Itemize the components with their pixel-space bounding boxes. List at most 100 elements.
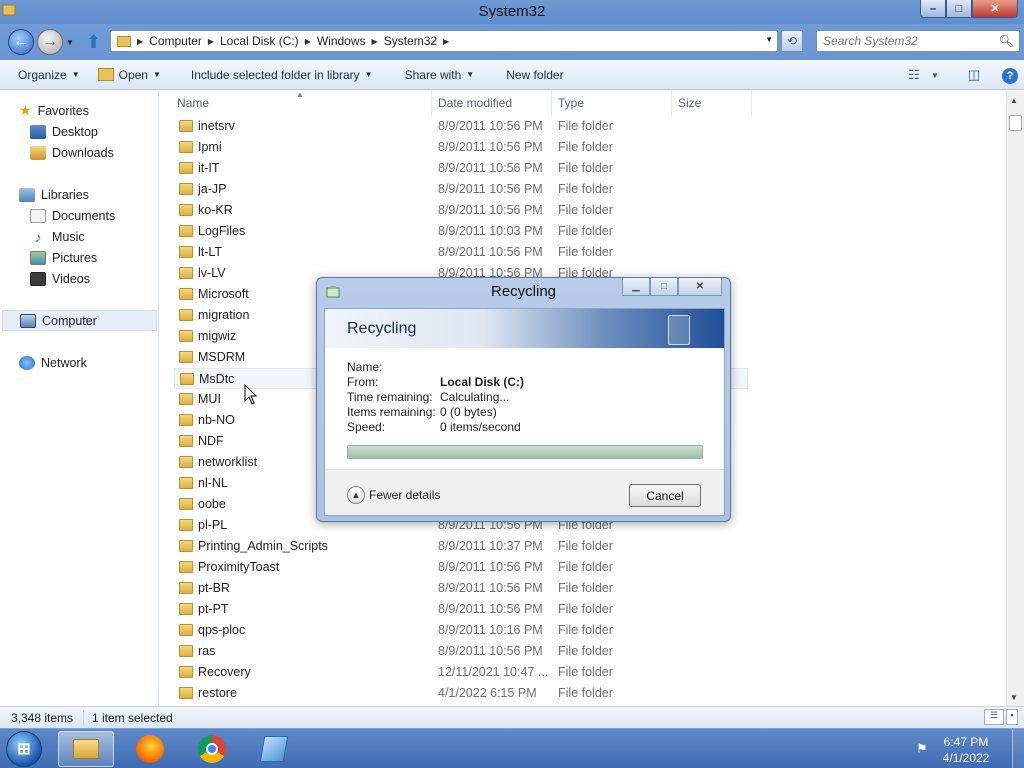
column-type-label: Type [558, 96, 585, 110]
detail-name-label: Name: [347, 360, 383, 374]
details-view-icon[interactable]: ☰ [984, 709, 1004, 725]
taskbar-app[interactable] [246, 731, 302, 767]
folder-icon [179, 519, 193, 531]
nav-pictures[interactable]: Pictures [30, 247, 97, 268]
file-name: restore [198, 686, 237, 700]
file-row[interactable]: ja-JP 8/9/2011 10:56 PM File folder [174, 179, 748, 200]
organize-menu[interactable]: Organize ▼ [9, 68, 89, 82]
file-row[interactable]: pt-PT 8/9/2011 10:56 PM File folder [174, 599, 748, 620]
vertical-scrollbar[interactable]: ▲ ▼ [1006, 91, 1024, 706]
file-row[interactable]: inetsrv 8/9/2011 10:56 PM File folder [174, 116, 748, 137]
nav-videos[interactable]: Videos [30, 268, 90, 289]
maximize-button[interactable]: □ [946, 0, 972, 18]
search-input[interactable] [817, 34, 997, 48]
scroll-up-icon[interactable]: ▲ [1010, 96, 1018, 105]
chevron-down-icon[interactable]: ▼ [928, 71, 942, 80]
start-button[interactable]: ⊞ [6, 731, 42, 767]
up-arrow-icon[interactable]: ⬆ [86, 32, 101, 53]
show-desktop-button[interactable] [1012, 729, 1024, 768]
open-button[interactable]: Open ▼ [89, 68, 170, 82]
cancel-button[interactable]: Cancel [629, 484, 701, 507]
clock[interactable]: 6:47 PM 4/1/2022 [936, 734, 996, 766]
file-row[interactable]: ko-KR 8/9/2011 10:56 PM File folder [174, 200, 748, 221]
file-row[interactable]: lt-LT 8/9/2011 10:56 PM File folder [174, 242, 748, 263]
share-with-menu[interactable]: Share with ▼ [396, 68, 484, 82]
dialog-minimize-button[interactable]: ▁ [622, 278, 650, 296]
file-name: NDF [198, 434, 224, 448]
file-row[interactable]: it-IT 8/9/2011 10:56 PM File folder [174, 158, 748, 179]
new-folder-button[interactable]: New folder [497, 68, 572, 82]
file-row[interactable]: restore 4/1/2022 6:15 PM File folder [174, 683, 748, 704]
address-history-dropdown-icon[interactable]: ▼ [765, 35, 773, 44]
file-row[interactable]: pt-BR 8/9/2011 10:56 PM File folder [174, 578, 748, 599]
dialog-close-button[interactable]: ✕ [678, 278, 722, 296]
folder-icon [179, 540, 193, 552]
desktop-icon [30, 124, 46, 139]
view-options-icon[interactable]: ☷ [900, 67, 928, 83]
large-icons-view-icon[interactable]: ▪ [1006, 709, 1018, 725]
breadcrumb-system32[interactable]: System32 [380, 34, 441, 48]
window-title: System32 [478, 3, 546, 20]
taskbar-explorer[interactable] [58, 731, 114, 767]
search-box[interactable]: 🔍︎ [816, 30, 1020, 52]
chevron-right-icon[interactable]: ▶ [303, 37, 313, 46]
nav-music[interactable]: ♪ Music [30, 226, 85, 247]
preview-pane-icon[interactable]: ◫ [960, 67, 988, 83]
forward-button[interactable]: → [37, 29, 63, 55]
breadcrumb-windows[interactable]: Windows [313, 34, 370, 48]
chevron-right-icon[interactable]: ▶ [135, 37, 145, 46]
chevron-right-icon[interactable]: ▶ [206, 37, 216, 46]
close-button[interactable]: ✕ [972, 0, 1018, 18]
search-icon[interactable]: 🔍︎ [999, 34, 1014, 48]
file-date: 8/9/2011 10:56 PM [438, 560, 543, 574]
nav-libraries[interactable]: Libraries [19, 184, 89, 205]
app-icon [259, 736, 289, 762]
scroll-down-icon[interactable]: ▼ [1010, 693, 1018, 702]
breadcrumb-computer[interactable]: Computer [145, 34, 206, 48]
include-in-library-menu[interactable]: Include selected folder in library ▼ [182, 68, 382, 82]
breadcrumb-local-disk[interactable]: Local Disk (C:) [216, 34, 303, 48]
back-button[interactable]: ← [8, 29, 34, 55]
scrollbar-thumb[interactable] [1009, 115, 1022, 131]
file-row[interactable]: ras 8/9/2011 10:56 PM File folder [174, 641, 748, 662]
folder-icon [179, 204, 193, 216]
taskbar-chrome[interactable] [184, 731, 240, 767]
nav-pictures-label: Pictures [52, 250, 98, 265]
file-row[interactable]: Printing_Admin_Scripts 8/9/2011 10:37 PM F… [174, 536, 748, 557]
explorer-icon [73, 739, 99, 759]
column-header-name[interactable]: Name [171, 91, 432, 115]
file-row[interactable]: LogFiles 8/9/2011 10:03 PM File folder [174, 221, 748, 242]
minimize-button[interactable]: – [920, 0, 946, 18]
refresh-button[interactable]: ⟲ [781, 30, 803, 52]
help-button[interactable]: ? [996, 67, 1024, 84]
chevron-down-icon: ▼ [364, 70, 373, 79]
file-row[interactable]: ProximityToast 8/9/2011 10:56 PM File fold… [174, 557, 748, 578]
column-header-date[interactable]: Date modified [432, 91, 552, 115]
nav-documents[interactable]: Documents [30, 205, 115, 226]
nav-downloads[interactable]: Downloads [30, 142, 114, 163]
file-name: LogFiles [198, 224, 246, 238]
address-bar[interactable]: ▶ Computer ▶ Local Disk (C:) ▶ Windows ▶… [110, 30, 778, 52]
file-row[interactable]: qps-ploc 8/9/2011 10:16 PM File folder [174, 620, 748, 641]
dialog-maximize-button[interactable]: □ [650, 278, 678, 296]
folder-icon [179, 645, 193, 657]
column-header-size[interactable]: Size [672, 91, 752, 115]
nav-network-label: Network [41, 355, 87, 370]
file-name: it-IT [198, 161, 220, 175]
nav-desktop[interactable]: Desktop [30, 121, 98, 142]
nav-libraries-label: Libraries [41, 187, 89, 202]
window-title-bar[interactable]: System32 – □ ✕ [0, 0, 1024, 24]
fewer-details-toggle[interactable]: ▲ Fewer details [347, 486, 440, 504]
recent-pages-dropdown-icon[interactable]: ▼ [66, 38, 74, 47]
taskbar-firefox[interactable] [122, 731, 178, 767]
action-center-flag-icon[interactable]: ⚑ [916, 741, 928, 757]
chevron-right-icon[interactable]: ▶ [370, 37, 380, 46]
music-icon: ♪ [34, 228, 42, 245]
nav-computer[interactable]: Computer [2, 310, 157, 331]
column-header-type[interactable]: Type [552, 91, 672, 115]
nav-network[interactable]: Network [19, 352, 87, 373]
file-row[interactable]: Recovery 12/11/2021 10:47 ... File folder [174, 662, 748, 683]
nav-favorites[interactable]: ★ Favorites [19, 100, 89, 121]
chevron-right-icon[interactable]: ▶ [441, 37, 451, 46]
file-row[interactable]: Ipmi 8/9/2011 10:56 PM File folder [174, 137, 748, 158]
